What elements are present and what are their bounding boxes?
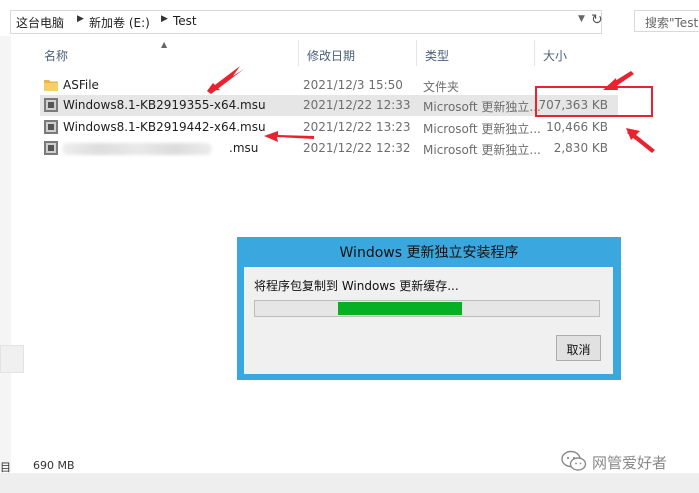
breadcrumb[interactable]: 这台电脑 ▶ 新加卷 (E:) ▶ Test ▼ ↻ (10, 10, 603, 34)
column-header-date-label: 修改日期 (307, 49, 356, 63)
status-size: 690 MB (33, 459, 75, 472)
cancel-button[interactable]: 取消 (556, 335, 601, 361)
file-row-kb2919355[interactable]: Windows8.1-KB2919355-x64.msu 2021/12/22 … (40, 95, 618, 116)
bottom-strip (0, 473, 699, 493)
navigation-pane-edge (0, 36, 11, 472)
address-history-chevron-icon[interactable]: ▼ (578, 14, 585, 24)
file-row-asfile[interactable]: ASFile 2021/12/3 15:50 文件夹 (40, 75, 618, 96)
file-row-blurred[interactable]: .msu 2021/12/22 12:32 Microsoft 更新独立... … (40, 138, 618, 159)
file-date: 2021/12/22 12:33 (303, 98, 411, 112)
redacted-filename (62, 143, 212, 155)
file-type: 文件夹 (423, 80, 460, 94)
msu-file-icon (44, 141, 58, 155)
column-header-type-label: 类型 (425, 49, 450, 63)
column-header-name-label: 名称 (44, 49, 69, 63)
search-input[interactable]: 搜索"Test" (634, 10, 699, 32)
dialog-message: 将程序包复制到 Windows 更新缓存... (254, 279, 459, 293)
address-bar: 这台电脑 ▶ 新加卷 (E:) ▶ Test ▼ ↻ 搜索"Test" (0, 6, 699, 36)
arrow-icon (626, 128, 640, 140)
file-date: 2021/12/22 12:32 (303, 141, 411, 155)
arrow-icon (627, 130, 655, 153)
file-name: Windows8.1-KB2919442-x64.msu (63, 120, 266, 134)
file-type: Microsoft 更新独立... (423, 143, 541, 157)
file-type: Microsoft 更新独立... (423, 100, 541, 114)
column-header-size[interactable]: 大小 (535, 40, 618, 66)
watermark-text: 网管爱好者 (592, 454, 668, 472)
file-size: 10,466 KB (546, 120, 608, 134)
column-header-type[interactable]: 类型 (417, 40, 535, 66)
msu-file-icon (44, 98, 58, 112)
crumb-this-pc[interactable]: 这台电脑 (16, 14, 64, 31)
dialog-body: 将程序包复制到 Windows 更新缓存... 取消 (244, 267, 613, 374)
column-header-name[interactable]: 名称 (36, 40, 299, 66)
dialog-title: Windows 更新独立安装程序 (339, 245, 519, 261)
file-date: 2021/12/22 13:23 (303, 120, 411, 134)
crumb-separator-icon[interactable]: ▶ (77, 14, 84, 24)
crumb-folder[interactable]: Test (173, 14, 197, 28)
file-name: ASFile (63, 78, 99, 92)
wechat-logo-icon (561, 450, 587, 471)
file-date: 2021/12/3 15:50 (303, 78, 403, 92)
refresh-icon[interactable]: ↻ (591, 12, 603, 28)
file-name-suffix: .msu (229, 141, 259, 155)
folder-icon (44, 80, 58, 91)
file-extension: msu (232, 141, 259, 155)
highlight-box (535, 86, 653, 117)
update-installer-dialog: Windows 更新独立安装程序 将程序包复制到 Windows 更新缓存...… (237, 237, 621, 380)
msu-file-icon (44, 120, 58, 134)
column-header-date[interactable]: 修改日期 (299, 40, 417, 66)
file-row-kb2919442[interactable]: Windows8.1-KB2919442-x64.msu 2021/12/22 … (40, 117, 618, 138)
progress-bar (254, 300, 600, 317)
sort-ascending-icon: ▲ (161, 40, 168, 49)
crumb-separator-icon[interactable]: ▶ (161, 14, 168, 24)
progress-fill (338, 302, 462, 315)
crumb-drive[interactable]: 新加卷 (E:) (89, 14, 150, 31)
file-name: Windows8.1-KB2919355-x64.msu (63, 98, 266, 112)
column-header-size-label: 大小 (543, 49, 568, 63)
navigation-pane-scroll[interactable] (0, 345, 24, 373)
file-size: 2,830 KB (553, 141, 608, 155)
file-type: Microsoft 更新独立... (423, 122, 541, 136)
